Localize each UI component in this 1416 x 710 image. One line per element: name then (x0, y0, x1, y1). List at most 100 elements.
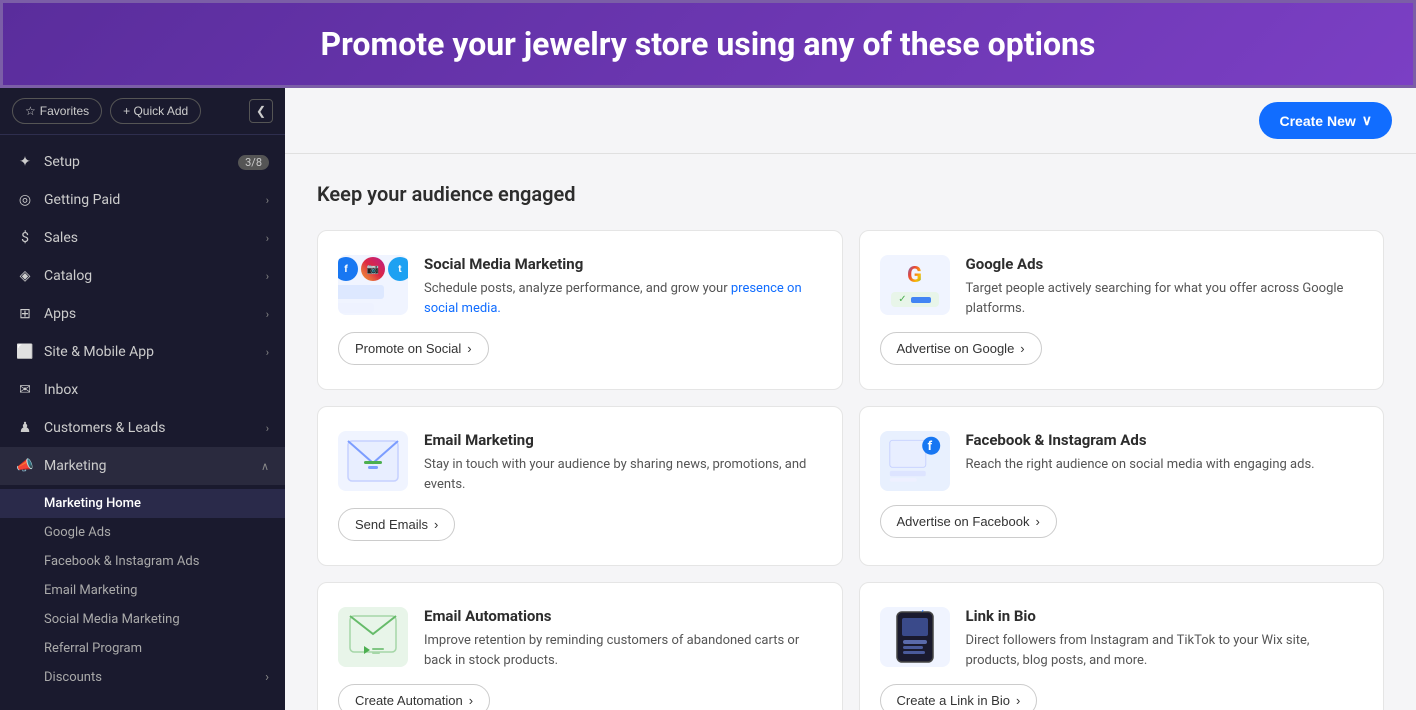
sales-icon: $ (16, 229, 34, 247)
sidebar-item-label: Sales (44, 230, 256, 246)
chevron-right-icon: › (467, 341, 471, 356)
card-email-automations: Email Automations Improve retention by r… (317, 582, 843, 710)
sidebar-item-label: Marketing (44, 458, 251, 474)
setup-badge: 3/8 (238, 155, 269, 170)
subnav-item-referral-program[interactable]: Referral Program (0, 634, 285, 663)
chevron-right-icon: › (266, 346, 269, 359)
apps-icon: ⊞ (16, 305, 34, 323)
card-title: Email Automations (424, 607, 822, 625)
create-automation-button[interactable]: Create Automation › (338, 684, 490, 710)
sidebar-item-label: Site & Mobile App (44, 344, 256, 360)
sidebar-collapse-button[interactable]: ❮ (249, 99, 273, 123)
card-description: Schedule posts, analyze performance, and… (424, 279, 822, 318)
subnav-item-facebook-instagram[interactable]: Facebook & Instagram Ads (0, 547, 285, 576)
link-in-bio-icon: › (880, 607, 950, 667)
subnav-item-email-marketing[interactable]: Email Marketing (0, 576, 285, 605)
subnav-item-marketing-home[interactable]: Marketing Home (0, 489, 285, 518)
create-link-in-bio-button[interactable]: Create a Link in Bio › (880, 684, 1038, 710)
getting-paid-icon: ◎ (16, 191, 34, 209)
setup-icon: ✦ (16, 153, 34, 171)
facebook-instagram-ads-icon: f (880, 431, 950, 491)
card-top: f Facebook & Instagram Ads Reach the rig… (880, 431, 1364, 491)
favorites-button[interactable]: ☆ Favorites (12, 98, 102, 124)
card-google-ads: G ✓ Google Ads Target people actively se… (859, 230, 1385, 390)
chevron-right-icon: › (266, 194, 269, 207)
sidebar-item-label: Getting Paid (44, 192, 256, 208)
catalog-icon: ◈ (16, 267, 34, 285)
card-top: f 📷 t Social Media Marketing Schedule po… (338, 255, 822, 318)
sidebar-item-getting-paid[interactable]: ◎ Getting Paid › (0, 181, 285, 219)
sidebar-item-sales[interactable]: $ Sales › (0, 219, 285, 257)
chevron-right-icon: › (266, 308, 269, 321)
sidebar-item-label: Customers & Leads (44, 420, 256, 436)
twitter-icon: t (388, 257, 408, 281)
card-text: Facebook & Instagram Ads Reach the right… (966, 431, 1315, 475)
sidebar-item-label: Inbox (44, 382, 269, 398)
card-text: Link in Bio Direct followers from Instag… (966, 607, 1364, 670)
advertise-on-facebook-button[interactable]: Advertise on Facebook › (880, 505, 1057, 538)
sidebar: ☆ Favorites + Quick Add ❮ ✦ Setup 3/8 ◎ … (0, 88, 285, 710)
google-ads-icon: G ✓ (880, 255, 950, 315)
subnav-item-social-media-marketing[interactable]: Social Media Marketing (0, 605, 285, 634)
chevron-right-icon: › (469, 693, 473, 708)
sidebar-item-setup[interactable]: ✦ Setup 3/8 (0, 143, 285, 181)
collapse-icon: ❮ (256, 104, 266, 118)
promo-banner: Promote your jewelry store using any of … (0, 0, 1416, 88)
customers-icon: ♟ (16, 419, 34, 437)
card-top: Email Automations Improve retention by r… (338, 607, 822, 670)
chevron-up-icon: ∧ (261, 460, 269, 473)
main-content: Create New ∨ Keep your audience engaged … (285, 88, 1416, 710)
card-title: Social Media Marketing (424, 255, 822, 273)
card-top: G ✓ Google Ads Target people actively se… (880, 255, 1364, 318)
card-description: Reach the right audience on social media… (966, 455, 1315, 475)
card-title: Link in Bio (966, 607, 1364, 625)
chevron-down-icon: ∨ (1362, 112, 1372, 129)
social-media-icon: f 📷 t (338, 255, 408, 315)
card-title: Facebook & Instagram Ads (966, 431, 1315, 449)
svg-text:›: › (921, 610, 924, 616)
card-description: Stay in touch with your audience by shar… (424, 455, 822, 494)
card-link-in-bio: › Link in Bio Direct followers from Inst… (859, 582, 1385, 710)
promote-on-social-button[interactable]: Promote on Social › (338, 332, 489, 365)
chevron-right-icon: › (434, 517, 438, 532)
marketing-icon: 📣 (16, 457, 34, 475)
sidebar-item-marketing[interactable]: 📣 Marketing ∧ (0, 447, 285, 485)
card-text: Google Ads Target people actively search… (966, 255, 1364, 318)
create-new-button[interactable]: Create New ∨ (1259, 102, 1392, 139)
create-new-label: Create New (1279, 113, 1355, 129)
sidebar-item-label: Apps (44, 306, 256, 322)
content-body: Keep your audience engaged f 📷 t (285, 154, 1416, 710)
site-mobile-icon: ⬜ (16, 343, 34, 361)
card-text: Social Media Marketing Schedule posts, a… (424, 255, 822, 318)
card-description: Target people actively searching for wha… (966, 279, 1364, 318)
chevron-right-icon: › (266, 232, 269, 245)
favorites-label: Favorites (40, 104, 89, 118)
send-emails-button[interactable]: Send Emails › (338, 508, 455, 541)
advertise-on-google-button[interactable]: Advertise on Google › (880, 332, 1042, 365)
sidebar-item-label: Catalog (44, 268, 256, 284)
sidebar-item-customers[interactable]: ♟ Customers & Leads › (0, 409, 285, 447)
card-title: Google Ads (966, 255, 1364, 273)
chevron-right-icon: › (1020, 341, 1024, 356)
marketing-subnav: Marketing Home Google Ads Facebook & Ins… (0, 485, 285, 696)
quick-add-label: + Quick Add (123, 104, 188, 118)
sidebar-item-apps[interactable]: ⊞ Apps › (0, 295, 285, 333)
chevron-right-icon: › (1035, 514, 1039, 529)
card-text: Email Automations Improve retention by r… (424, 607, 822, 670)
chevron-right-icon: › (266, 270, 269, 283)
email-marketing-icon (338, 431, 408, 491)
card-description: Direct followers from Instagram and TikT… (966, 631, 1364, 670)
sidebar-item-site-mobile[interactable]: ⬜ Site & Mobile App › (0, 333, 285, 371)
svg-text:f: f (927, 439, 932, 454)
chevron-right-icon: › (266, 422, 269, 435)
sidebar-item-inbox[interactable]: ✉ Inbox (0, 371, 285, 409)
sidebar-item-catalog[interactable]: ◈ Catalog › (0, 257, 285, 295)
chevron-right-icon: › (1016, 693, 1020, 708)
sidebar-item-label: Setup (44, 154, 228, 170)
sidebar-top-bar: ☆ Favorites + Quick Add ❮ (0, 88, 285, 135)
facebook-icon: f (338, 257, 358, 281)
quick-add-button[interactable]: + Quick Add (110, 98, 201, 124)
subnav-item-google-ads[interactable]: Google Ads (0, 518, 285, 547)
star-icon: ☆ (25, 104, 36, 118)
subnav-item-discounts[interactable]: Discounts › (0, 663, 285, 692)
